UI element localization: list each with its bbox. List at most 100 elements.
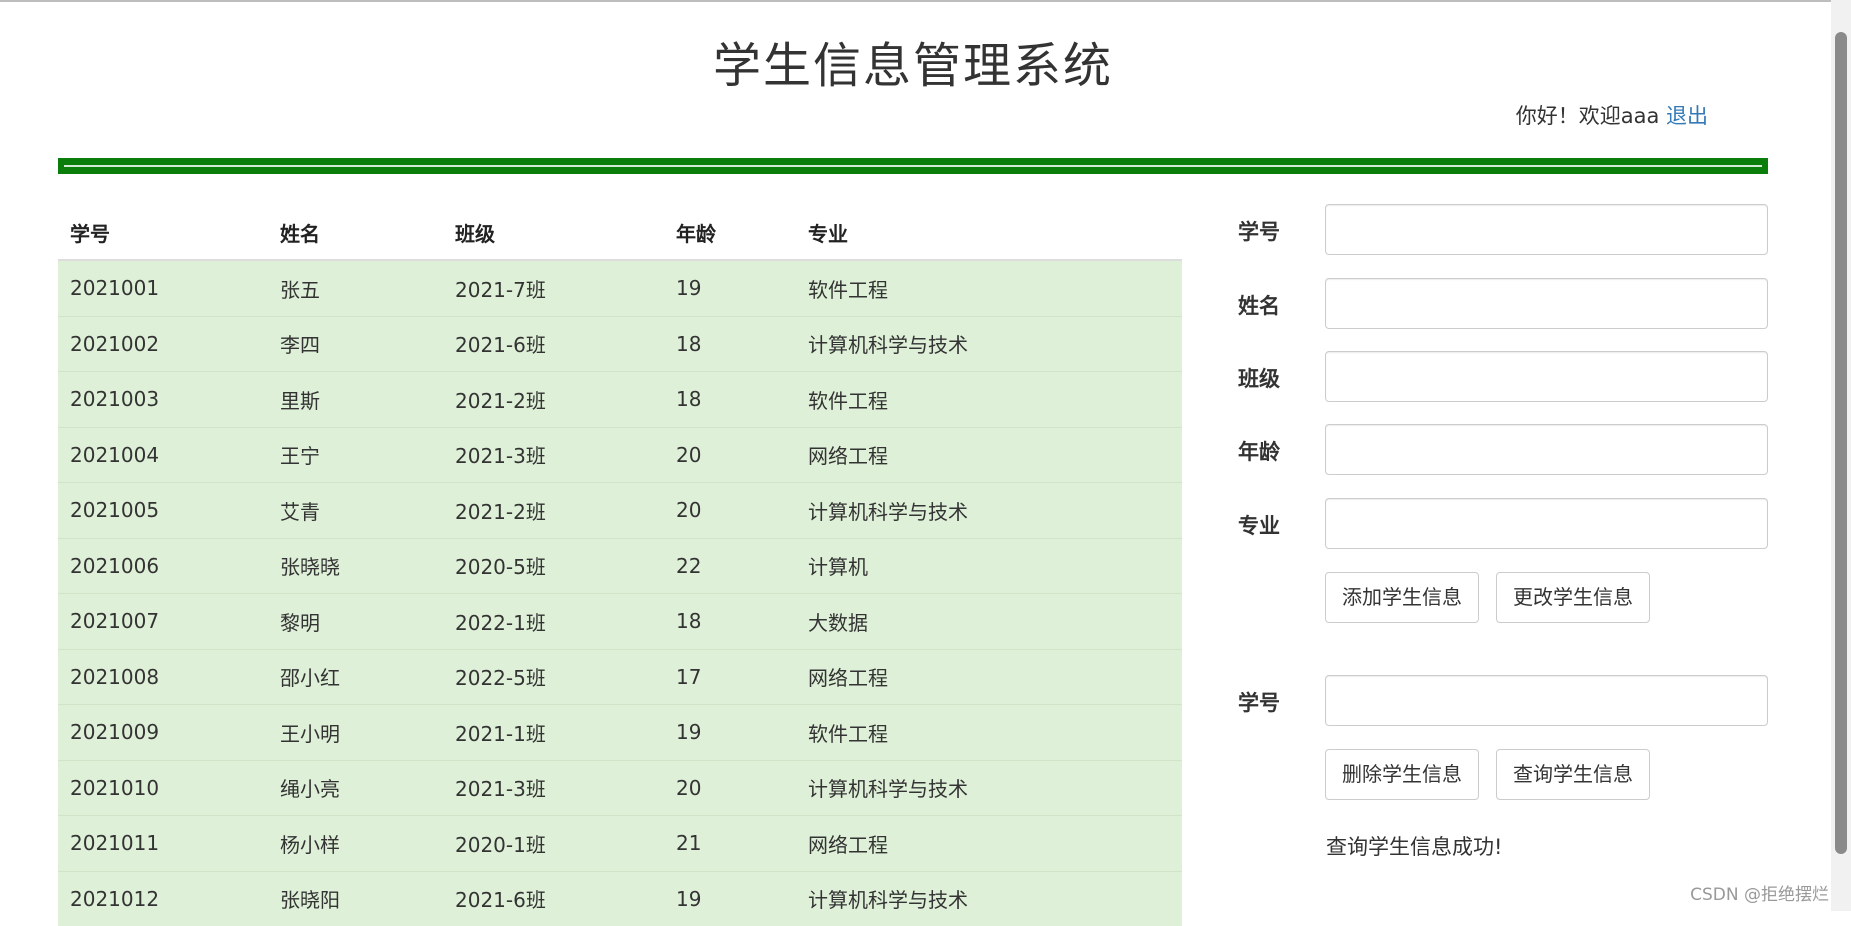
- status-message: 查询学生信息成功!: [1326, 831, 1502, 861]
- search-student-button[interactable]: 查询学生信息: [1496, 749, 1650, 800]
- name-label: 姓名: [1238, 290, 1280, 320]
- cell-student-id: 2021010: [58, 760, 268, 816]
- table-row: 2021003里斯2021-2班18软件工程: [58, 372, 1182, 428]
- cell-age: 18: [664, 594, 796, 650]
- cell-name: 张五: [268, 260, 443, 316]
- cell-student-id: 2021009: [58, 705, 268, 761]
- cell-student-id: 2021006: [58, 538, 268, 594]
- class-input[interactable]: [1325, 351, 1768, 402]
- cell-major: 网络工程: [796, 816, 1182, 872]
- cell-student-id: 2021001: [58, 260, 268, 316]
- cell-major: 软件工程: [796, 372, 1182, 428]
- query-id-label: 学号: [1238, 687, 1280, 717]
- form-row-major: 专业: [1238, 498, 1768, 550]
- column-header-age: 年龄: [664, 205, 796, 260]
- table-row: 2021002李四2021-6班18计算机科学与技术: [58, 316, 1182, 372]
- column-header-name: 姓名: [268, 205, 443, 260]
- name-input[interactable]: [1325, 278, 1768, 329]
- table-row: 2021012张晓阳2021-6班19计算机科学与技术: [58, 871, 1182, 926]
- cell-student-id: 2021004: [58, 427, 268, 483]
- table-row: 2021004王宁2021-3班20网络工程: [58, 427, 1182, 483]
- table-row: 2021011杨小样2020-1班21网络工程: [58, 816, 1182, 872]
- cell-age: 19: [664, 705, 796, 761]
- cell-name: 黎明: [268, 594, 443, 650]
- greeting-text: 你好！欢迎aaa: [1516, 104, 1660, 128]
- add-student-button[interactable]: 添加学生信息: [1325, 572, 1479, 623]
- student-id-input[interactable]: [1325, 204, 1768, 255]
- header-divider-bar: [58, 158, 1768, 174]
- window-top-border: [0, 0, 1851, 2]
- cell-class: 2021-2班: [443, 483, 664, 539]
- vertical-scrollbar[interactable]: [1831, 0, 1851, 911]
- column-header-id: 学号: [58, 205, 268, 260]
- cell-class: 2021-6班: [443, 316, 664, 372]
- cell-name: 王宁: [268, 427, 443, 483]
- age-label: 年龄: [1238, 436, 1280, 466]
- student-table-body: 2021001张五2021-7班19软件工程2021002李四2021-6班18…: [58, 260, 1182, 926]
- user-greeting: 你好！欢迎aaa 退出: [1516, 100, 1708, 130]
- cell-age: 22: [664, 538, 796, 594]
- cell-major: 计算机科学与技术: [796, 316, 1182, 372]
- cell-name: 艾青: [268, 483, 443, 539]
- cell-student-id: 2021003: [58, 372, 268, 428]
- cell-major: 网络工程: [796, 427, 1182, 483]
- cell-major: 计算机: [796, 538, 1182, 594]
- cell-student-id: 2021011: [58, 816, 268, 872]
- cell-class: 2021-3班: [443, 427, 664, 483]
- cell-major: 大数据: [796, 594, 1182, 650]
- cell-class: 2022-5班: [443, 649, 664, 705]
- cell-student-id: 2021007: [58, 594, 268, 650]
- delete-student-button[interactable]: 删除学生信息: [1325, 749, 1479, 800]
- table-row: 2021005艾青2021-2班20计算机科学与技术: [58, 483, 1182, 539]
- cell-age: 19: [664, 260, 796, 316]
- cell-major: 计算机科学与技术: [796, 483, 1182, 539]
- cell-student-id: 2021002: [58, 316, 268, 372]
- cell-major: 软件工程: [796, 260, 1182, 316]
- cell-age: 20: [664, 427, 796, 483]
- cell-age: 21: [664, 816, 796, 872]
- cell-major: 软件工程: [796, 705, 1182, 761]
- query-id-input[interactable]: [1325, 675, 1768, 726]
- cell-class: 2022-1班: [443, 594, 664, 650]
- form-row-age: 年龄: [1238, 424, 1768, 476]
- scrollbar-thumb[interactable]: [1835, 32, 1847, 854]
- student-table: 学号 姓名 班级 年龄 专业 2021001张五2021-7班19软件工程202…: [58, 205, 1182, 926]
- column-header-major: 专业: [796, 205, 1182, 260]
- cell-class: 2021-7班: [443, 260, 664, 316]
- cell-class: 2021-3班: [443, 760, 664, 816]
- cell-major: 计算机科学与技术: [796, 871, 1182, 926]
- logout-link[interactable]: 退出: [1666, 104, 1708, 128]
- cell-name: 张晓晓: [268, 538, 443, 594]
- column-header-class: 班级: [443, 205, 664, 260]
- cell-student-id: 2021008: [58, 649, 268, 705]
- cell-student-id: 2021005: [58, 483, 268, 539]
- update-student-button[interactable]: 更改学生信息: [1496, 572, 1650, 623]
- table-row: 2021008邵小红2022-5班17网络工程: [58, 649, 1182, 705]
- cell-name: 邵小红: [268, 649, 443, 705]
- cell-age: 17: [664, 649, 796, 705]
- age-input[interactable]: [1325, 424, 1768, 475]
- table-header-row: 学号 姓名 班级 年龄 专业: [58, 205, 1182, 260]
- cell-age: 18: [664, 372, 796, 428]
- cell-class: 2021-6班: [443, 871, 664, 926]
- form-row-class: 班级: [1238, 351, 1768, 403]
- page-title: 学生信息管理系统: [0, 26, 1826, 96]
- major-input[interactable]: [1325, 498, 1768, 549]
- cell-major: 网络工程: [796, 649, 1182, 705]
- cell-class: 2020-1班: [443, 816, 664, 872]
- cell-name: 李四: [268, 316, 443, 372]
- major-label: 专业: [1238, 510, 1280, 540]
- cell-student-id: 2021012: [58, 871, 268, 926]
- form-row-student-id: 学号: [1238, 204, 1768, 256]
- cell-class: 2021-1班: [443, 705, 664, 761]
- form-row-query-id: 学号: [1238, 675, 1768, 727]
- table-row: 2021007黎明2022-1班18大数据: [58, 594, 1182, 650]
- cell-name: 绳小亮: [268, 760, 443, 816]
- cell-name: 杨小样: [268, 816, 443, 872]
- form-row-name: 姓名: [1238, 278, 1768, 330]
- table-row: 2021001张五2021-7班19软件工程: [58, 260, 1182, 316]
- table-row: 2021006张晓晓2020-5班22计算机: [58, 538, 1182, 594]
- student-id-label: 学号: [1238, 216, 1280, 246]
- class-label: 班级: [1238, 363, 1280, 393]
- table-row: 2021009王小明2021-1班19软件工程: [58, 705, 1182, 761]
